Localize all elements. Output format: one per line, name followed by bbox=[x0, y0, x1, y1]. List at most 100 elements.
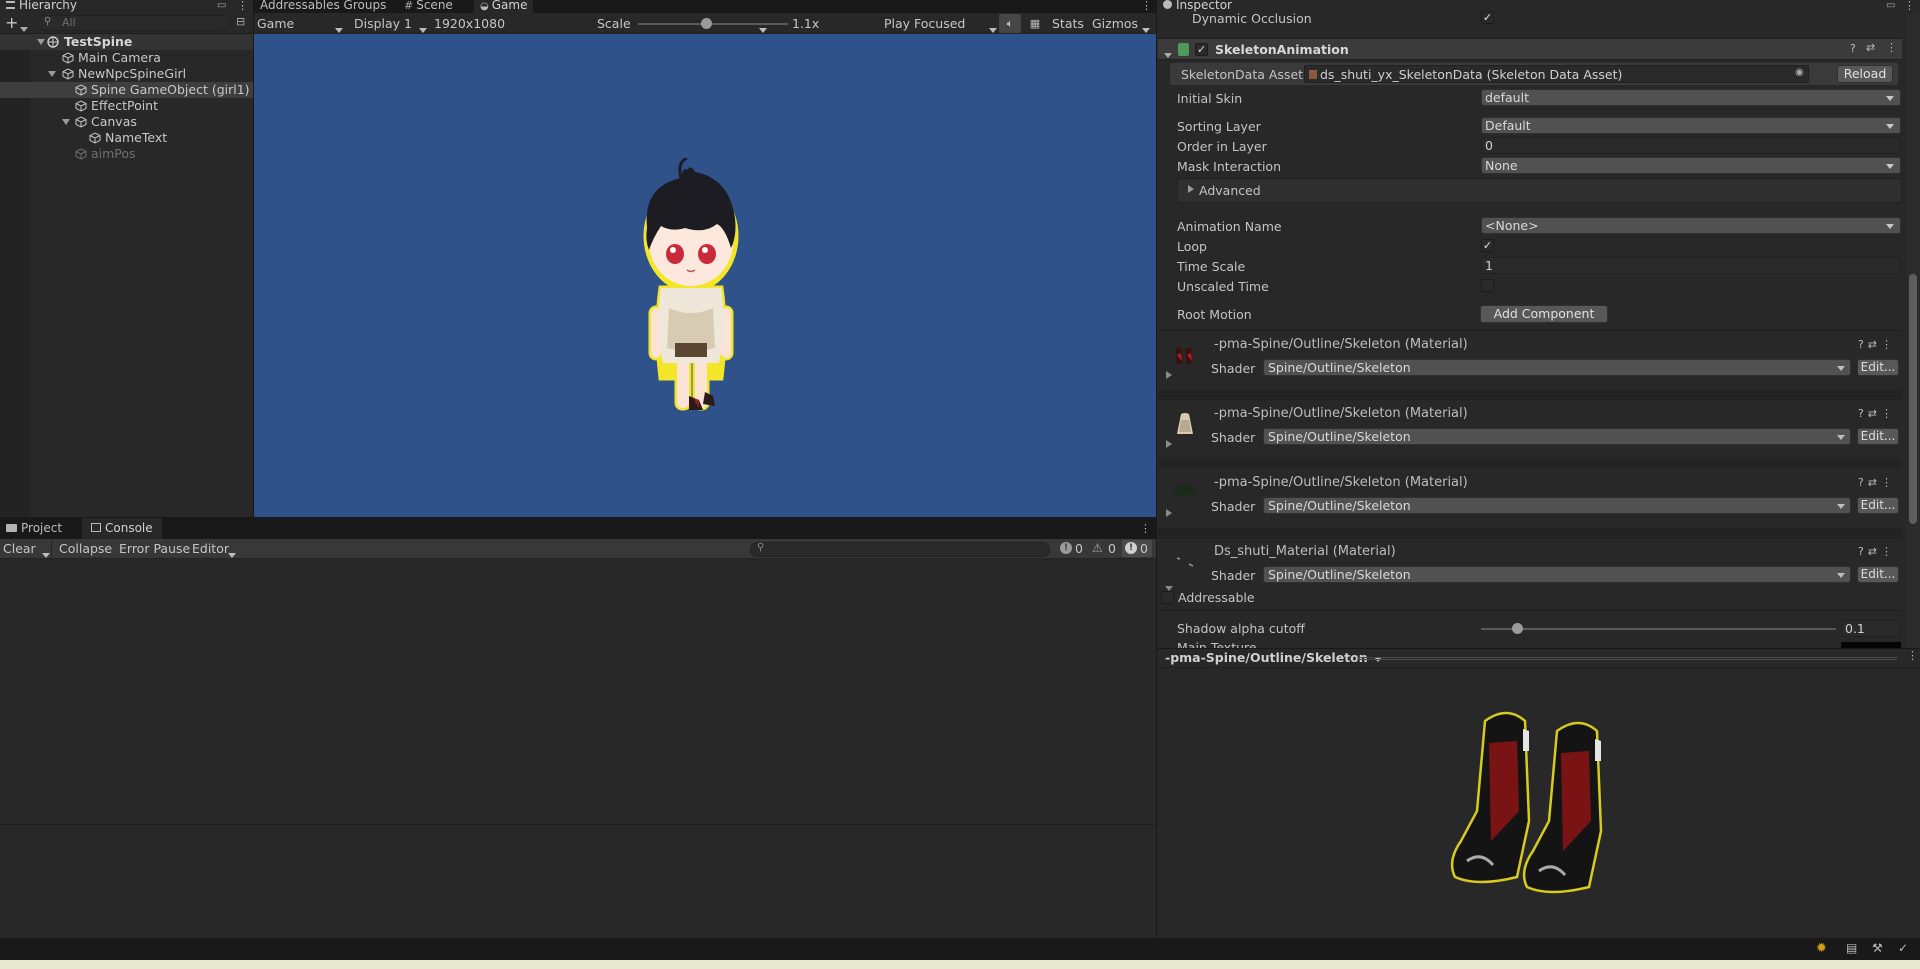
console-toolbar: Clear Collapse Error Pause Editor ⚲ ! 0 … bbox=[0, 539, 1156, 559]
gizmos-dropdown[interactable]: Gizmos bbox=[1092, 15, 1152, 33]
status-bar: ✹ ▤ ⚒ ✓ bbox=[0, 938, 1920, 960]
tree-row-spine-gameobject[interactable]: Spine GameObject (girl1) bbox=[0, 82, 253, 98]
view-dropdown[interactable]: Game bbox=[257, 15, 343, 33]
tab-console[interactable]: Console bbox=[82, 518, 162, 539]
info-count: 0 bbox=[1075, 541, 1083, 556]
hierarchy-toolbar: + ⚲ All ⊟ bbox=[0, 13, 253, 34]
tree-row-effectpoint[interactable]: EffectPoint bbox=[0, 98, 253, 114]
tab-hierarchy[interactable]: Hierarchy bbox=[0, 0, 253, 13]
gameobject-icon bbox=[75, 116, 87, 128]
lock-icon[interactable]: ▭ bbox=[217, 0, 226, 11]
kebab-menu-icon[interactable]: ⋮ bbox=[1904, 0, 1915, 12]
warning-count-toggle[interactable]: ⚠ 0 bbox=[1091, 540, 1119, 557]
kebab-menu-icon[interactable]: ⋮ bbox=[237, 0, 248, 12]
console-panel: Project Console ⋮ Clear Collapse Error P… bbox=[0, 518, 1156, 938]
tab-project[interactable]: Project bbox=[0, 518, 68, 539]
mute-audio-icon[interactable]: 🔈︎ bbox=[999, 14, 1021, 33]
inspector-scroll-thumb[interactable] bbox=[1909, 274, 1917, 524]
tree-row-nametext[interactable]: NameText bbox=[0, 130, 253, 146]
tree-row-main-camera[interactable]: Main Camera bbox=[0, 50, 253, 66]
scale-value: 1.1x bbox=[792, 16, 820, 31]
keyboard-shortcuts-icon[interactable]: ▦ bbox=[1024, 14, 1046, 33]
gamepad-icon: ◒ bbox=[480, 1, 489, 12]
editor-dropdown-label: Editor bbox=[192, 541, 229, 556]
console-log-area[interactable] bbox=[0, 559, 1156, 824]
scale-slider-thumb[interactable] bbox=[700, 18, 712, 29]
resolution-dropdown[interactable]: 1920x1080 bbox=[434, 15, 767, 33]
console-detail-area bbox=[0, 825, 1156, 938]
tree-row-testspine[interactable]: TestSpine bbox=[0, 34, 253, 50]
clear-button-label: Clear bbox=[3, 541, 36, 556]
shoes-preview bbox=[1450, 711, 1603, 894]
preview-title: -pma-Spine/Outline/Skeleton bbox=[1165, 650, 1368, 665]
tab-game-label: Game bbox=[491, 0, 528, 12]
scale-slider[interactable] bbox=[638, 18, 788, 29]
gameobject-icon bbox=[75, 84, 87, 96]
tab-addressables[interactable]: Addressables Groups bbox=[254, 0, 392, 13]
search-icon: ⚲ bbox=[757, 542, 765, 553]
scene-visibility-icon[interactable]: ⊟ bbox=[236, 15, 245, 28]
preview-panel: -pma-Spine/Outline/Skeleton ⋮ bbox=[1157, 649, 1920, 938]
chevron-down-icon[interactable] bbox=[48, 71, 56, 77]
tree-row-canvas[interactable]: Canvas bbox=[0, 114, 253, 130]
inspector-scrollbar[interactable] bbox=[1906, 14, 1920, 648]
tab-game[interactable]: ◒ Game bbox=[474, 0, 534, 13]
stats-button[interactable]: Stats bbox=[1052, 16, 1084, 31]
error-icon: ! bbox=[1125, 542, 1137, 554]
collapse-toggle[interactable]: Collapse bbox=[59, 541, 112, 556]
gameobject-icon bbox=[89, 132, 101, 144]
error-count-toggle[interactable]: ! 0 bbox=[1122, 540, 1152, 557]
tab-inspector[interactable]: Inspector bbox=[1157, 0, 1920, 13]
preview-title-dropdown[interactable]: -pma-Spine/Outline/Skeleton bbox=[1165, 650, 1383, 667]
info-icon: ! bbox=[1060, 542, 1072, 554]
error-pause-toggle[interactable]: Error Pause bbox=[119, 541, 190, 556]
kebab-menu-icon[interactable]: ⋮ bbox=[1140, 522, 1151, 535]
editor-dropdown[interactable]: Editor bbox=[192, 539, 239, 558]
clear-button[interactable]: Clear bbox=[0, 539, 52, 558]
os-taskbar-strip bbox=[0, 960, 1920, 969]
collab-check-icon[interactable]: ✓ bbox=[1898, 941, 1908, 955]
play-focused-dropdown[interactable]: Play Focused bbox=[884, 15, 1004, 33]
lock-icon[interactable]: ▭ bbox=[1886, 0, 1895, 11]
console-tabbar: Project Console ⋮ bbox=[0, 518, 1156, 539]
inspector-tabbar: Inspector ▭ ⋮ bbox=[1157, 0, 1920, 13]
warning-icon: ⚠ bbox=[1092, 541, 1103, 555]
tree-row-aimpos[interactable]: aimPos bbox=[0, 146, 253, 162]
hierarchy-search-input[interactable]: ⚲ All bbox=[37, 15, 231, 31]
hierarchy-list-icon bbox=[6, 1, 15, 9]
game-toolbar: Game Display 1 1920x1080 Scale 1.1x Play… bbox=[254, 13, 1156, 34]
tab-console-label: Console bbox=[105, 521, 153, 535]
chevron-down-icon[interactable] bbox=[62, 119, 70, 125]
tab-scene-label: Scene bbox=[416, 0, 453, 12]
folder-icon bbox=[6, 524, 17, 532]
scale-label: Scale bbox=[597, 16, 631, 31]
tree-label: TestSpine bbox=[64, 34, 133, 49]
info-count-toggle[interactable]: ! 0 bbox=[1058, 540, 1086, 557]
add-icon[interactable]: + bbox=[5, 13, 18, 32]
hash-icon: # bbox=[404, 0, 414, 12]
gizmos-label: Gizmos bbox=[1092, 16, 1139, 31]
preview-drag-handle[interactable] bbox=[1357, 657, 1897, 660]
tree-label: Spine GameObject (girl1) bbox=[91, 82, 250, 97]
kebab-menu-icon[interactable]: ⋮ bbox=[1907, 649, 1918, 662]
hierarchy-panel: Hierarchy ▭ ⋮ + ⚲ All ⊟ TestSpine Main C… bbox=[0, 0, 253, 517]
debug-mode-icon[interactable]: ⚒ bbox=[1872, 941, 1883, 955]
tree-row-newnpcspinegirl[interactable]: NewNpcSpineGirl bbox=[0, 66, 253, 82]
tab-project-label: Project bbox=[21, 521, 63, 535]
display-dropdown[interactable]: Display 1 bbox=[354, 15, 430, 33]
unity-scene-icon bbox=[47, 36, 59, 48]
console-icon bbox=[91, 523, 101, 532]
spine-character bbox=[643, 158, 739, 411]
kebab-menu-icon[interactable]: ⋮ bbox=[1141, 0, 1152, 12]
cache-server-icon[interactable]: ▤ bbox=[1846, 941, 1857, 955]
gameobject-icon bbox=[75, 100, 87, 112]
search-icon: ⚲ bbox=[44, 16, 52, 27]
chevron-down-icon[interactable] bbox=[37, 39, 45, 45]
console-search-input[interactable]: ⚲ bbox=[750, 542, 1050, 557]
game-view-canvas[interactable] bbox=[254, 34, 1156, 517]
tab-scene[interactable]: # Scene bbox=[398, 0, 459, 13]
gameobject-icon bbox=[75, 148, 87, 160]
play-focused-label: Play Focused bbox=[884, 16, 966, 31]
progress-spinner-icon: ✹ bbox=[1816, 941, 1827, 956]
chevron-down-icon[interactable] bbox=[20, 21, 28, 35]
